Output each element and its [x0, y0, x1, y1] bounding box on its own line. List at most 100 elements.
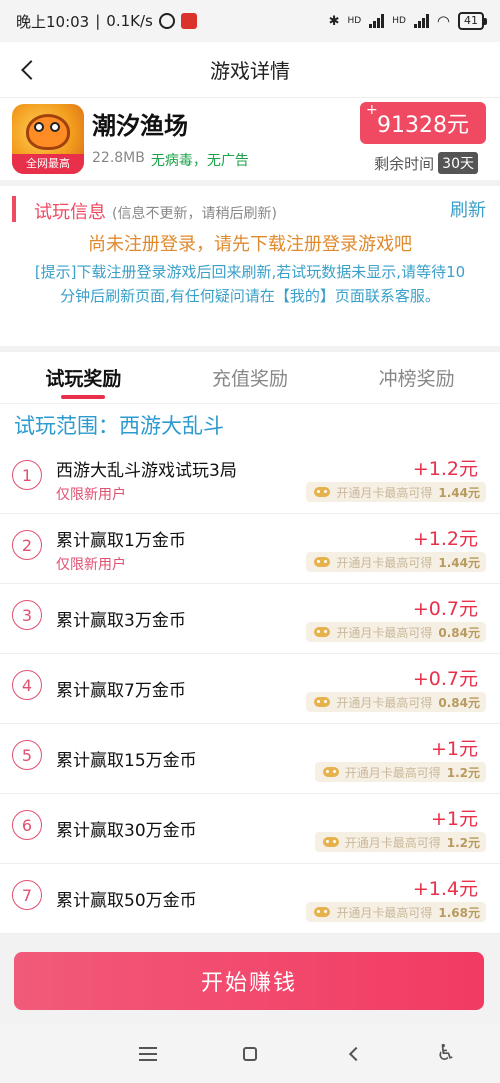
card-hint-value: 1.68元: [438, 905, 480, 920]
reward-note: 仅限新用户: [56, 487, 126, 503]
reward-title: 累计赢取30万金币: [56, 821, 197, 841]
info-title: 试玩信息 (信息不更新，请稍后刷新): [34, 198, 277, 224]
reward-number: 3: [12, 600, 42, 630]
game-name: 潮汐渔场: [92, 112, 188, 140]
game-size: 22.8MB: [92, 150, 145, 166]
reward-item: 1 西游大乱斗游戏试玩3局 仅限新用户 +1.2元 开通月卡最高可得 1.44元: [0, 444, 500, 514]
trial-scope: 试玩范围：西游大乱斗: [0, 404, 500, 444]
status-time: 晚上10:03: [16, 12, 90, 31]
price-button[interactable]: + 91328元: [360, 102, 486, 144]
reward-amount: +1.2元: [412, 528, 478, 550]
monthly-card-hint[interactable]: 开通月卡最高可得 1.2元: [314, 832, 486, 852]
game-badge: 全网最高: [12, 154, 84, 174]
start-earning-button[interactable]: 开始赚钱: [14, 952, 484, 1010]
card-hint-text: 开通月卡最高可得: [344, 835, 441, 850]
tab-recharge-reward[interactable]: 充值奖励: [167, 352, 334, 403]
gamepad-icon: [314, 697, 331, 707]
reward-title: 累计赢取3万金币: [56, 611, 186, 631]
card-hint-value: 1.44元: [438, 485, 480, 500]
info-subtitle: (信息不更新，请稍后刷新): [112, 206, 277, 222]
trial-info-section: 试玩信息 (信息不更新，请稍后刷新) 刷新 尚未注册登录，请先下载注册登录游戏吧 …: [0, 186, 500, 346]
reward-item: 7 累计赢取50万金币 +1.4元 开通月卡最高可得 1.68元: [0, 864, 500, 934]
monthly-card-hint[interactable]: 开通月卡最高可得 1.68元: [306, 902, 486, 922]
menu-icon[interactable]: [136, 1042, 160, 1066]
home-icon[interactable]: [238, 1042, 262, 1066]
reward-note: 仅限新用户: [56, 557, 126, 573]
info-title-text: 试玩信息: [34, 202, 106, 223]
monthly-card-hint[interactable]: 开通月卡最高可得 1.44元: [306, 482, 486, 502]
monthly-card-hint[interactable]: 开通月卡最高可得 1.44元: [306, 552, 486, 572]
reward-number: 7: [12, 880, 42, 910]
reward-number: 5: [12, 740, 42, 770]
info-tip: [提示]下载注册登录游戏后回来刷新,若试玩数据未显示,请等待10分钟后刷新页面,…: [34, 263, 466, 305]
reward-amount: +1元: [430, 738, 478, 760]
network-label-2: HD: [392, 16, 406, 26]
refresh-button[interactable]: 刷新: [450, 196, 486, 222]
gamepad-icon: [314, 487, 331, 497]
gamepad-icon: [314, 627, 331, 637]
tab-trial-reward[interactable]: 试玩奖励: [0, 352, 167, 403]
reward-title: 西游大乱斗游戏试玩3局: [56, 461, 237, 481]
card-hint-value: 1.2元: [446, 765, 480, 780]
gamepad-icon: [314, 907, 331, 917]
alarm-icon: [158, 13, 175, 29]
section-marker: [12, 196, 16, 222]
start-button-area: 开始赚钱: [0, 940, 500, 1024]
reward-item: 6 累计赢取30万金币 +1元 开通月卡最高可得 1.2元: [0, 794, 500, 864]
tab-ranking-reward[interactable]: 冲榜奖励: [333, 352, 500, 403]
accessibility-icon[interactable]: ♿: [434, 1042, 458, 1066]
card-hint-text: 开通月卡最高可得: [336, 625, 433, 640]
reward-title: 累计赢取50万金币: [56, 891, 197, 911]
signal-icon: [369, 14, 385, 28]
card-hint-value: 0.84元: [438, 625, 480, 640]
network-label-1: HD: [347, 16, 362, 26]
nav-back-icon[interactable]: [342, 1042, 366, 1066]
status-bar: 晚上10:03 | 0.1K/s ✱ HD HD ◠ 41: [0, 0, 500, 42]
back-button[interactable]: [14, 56, 42, 84]
gamepad-icon: [322, 767, 339, 777]
login-warning[interactable]: 尚未注册登录，请先下载注册登录游戏吧: [0, 230, 500, 256]
signal-icon-2: [413, 14, 429, 28]
reward-title: 累计赢取15万金币: [56, 751, 197, 771]
game-card: 全网最高 潮汐渔场 22.8MB 无病毒，无广告 + 91328元 剩余时间 3…: [0, 98, 500, 180]
reward-title: 累计赢取1万金币: [56, 531, 186, 551]
reward-tabs: 试玩奖励 充值奖励 冲榜奖励: [0, 352, 500, 404]
monthly-card-hint[interactable]: 开通月卡最高可得 0.84元: [306, 692, 486, 712]
app-header: 游戏详情: [0, 42, 500, 98]
price-plus: +: [366, 102, 378, 118]
gamepad-icon: [322, 837, 339, 847]
reward-number: 6: [12, 810, 42, 840]
reward-item: 5 累计赢取15万金币 +1元 开通月卡最高可得 1.2元: [0, 724, 500, 794]
card-hint-text: 开通月卡最高可得: [336, 555, 433, 570]
system-nav-bar: ♿: [0, 1024, 500, 1083]
reward-amount: +0.7元: [412, 668, 478, 690]
reward-item: 2 累计赢取1万金币 仅限新用户 +1.2元 开通月卡最高可得 1.44元: [0, 514, 500, 584]
battery-icon: 41: [458, 12, 487, 30]
reward-amount: +1元: [430, 808, 478, 830]
reward-amount: +1.2元: [412, 458, 478, 480]
fish-icon: [26, 114, 70, 150]
back-arrow-icon: [21, 60, 41, 80]
card-hint-text: 开通月卡最高可得: [336, 485, 433, 500]
game-meta: 22.8MB 无病毒，无广告: [92, 150, 249, 170]
reward-amount: +0.7元: [412, 598, 478, 620]
remaining-time: 剩余时间 30天: [374, 152, 478, 174]
reward-number: 2: [12, 530, 42, 560]
remaining-days: 30天: [438, 152, 478, 174]
card-hint-value: 1.44元: [438, 555, 480, 570]
wifi-icon: ◠: [436, 12, 450, 30]
reward-item: 4 累计赢取7万金币 +0.7元 开通月卡最高可得 0.84元: [0, 654, 500, 724]
reward-amount: +1.4元: [412, 878, 478, 900]
reward-title: 累计赢取7万金币: [56, 681, 186, 701]
card-hint-text: 开通月卡最高可得: [336, 695, 433, 710]
page-title: 游戏详情: [210, 59, 290, 83]
remaining-label: 剩余时间: [374, 154, 435, 173]
monthly-card-hint[interactable]: 开通月卡最高可得 1.2元: [314, 762, 486, 782]
monthly-card-hint[interactable]: 开通月卡最高可得 0.84元: [306, 622, 486, 642]
gamepad-icon: [314, 557, 331, 567]
reward-list: 1 西游大乱斗游戏试玩3局 仅限新用户 +1.2元 开通月卡最高可得 1.44元 …: [0, 444, 500, 934]
card-hint-text: 开通月卡最高可得: [336, 905, 433, 920]
card-hint-value: 0.84元: [438, 695, 480, 710]
reward-number: 1: [12, 460, 42, 490]
card-hint-text: 开通月卡最高可得: [344, 765, 441, 780]
